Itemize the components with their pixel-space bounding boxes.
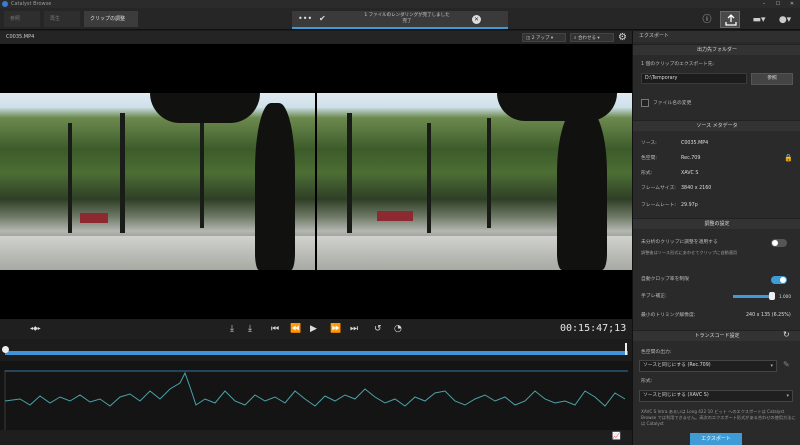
autocrop-toggle[interactable]	[771, 276, 787, 284]
stabilization-graph	[0, 361, 632, 430]
viewer-header: C0035.MP4 ◫ 2 アップ ▾ ⌕ 合わせる ▾ ⚙	[0, 31, 632, 44]
check-icon: ✔	[319, 14, 326, 23]
apply-note: 調整後はソース形式にあわせてクリップに自動適用	[641, 250, 738, 255]
mark-out-icon[interactable]: ⤓	[248, 321, 252, 337]
format-label: 形式:	[641, 379, 653, 384]
video-viewer[interactable]	[0, 44, 632, 319]
stabilize-slider[interactable]	[733, 295, 773, 298]
meta-value: Rec.709	[681, 156, 701, 161]
source-frame	[0, 93, 315, 270]
user-icon[interactable]: ●▾	[774, 12, 796, 28]
go-start-icon[interactable]: ⏮	[271, 321, 279, 337]
rename-checkbox[interactable]	[641, 99, 649, 107]
go-end-icon[interactable]: ⏭	[350, 321, 358, 337]
refresh-icon[interactable]: ↻	[783, 330, 790, 339]
format-note: XAVC S Intra あるいは Long 422 10 ビット へのエクスポ…	[641, 409, 796, 426]
tab-adjust-clip[interactable]: クリップの調整✕	[84, 11, 138, 39]
zoom-label: 合わせる	[577, 36, 596, 41]
transport-controls: ◂◆▸ ⤓ ⤓ ⏮ ⏪ ▶ ⏩ ⏭ ↺ ◔ 00:15:47;13	[0, 319, 632, 339]
app-title: Catalyst Browse	[11, 1, 52, 7]
stabilize-label: 手ブレ補正:	[641, 294, 667, 299]
audio-scrub-icon[interactable]: ◂◆▸	[30, 321, 41, 337]
autocrop-label: 自動クロップ率を制限	[641, 277, 689, 282]
tab-browse[interactable]: 参照	[4, 11, 40, 27]
meta-value: C0035.MP4	[681, 141, 709, 146]
step-back-icon[interactable]: ⏪	[290, 321, 301, 337]
format-value: ソースと同じにする (XAVC S)	[643, 393, 709, 398]
export-prompt: 1 個のクリップのエクスポート先:	[641, 62, 715, 67]
maximize-icon[interactable]: ☐	[772, 0, 784, 8]
timer-icon[interactable]: ◔	[394, 321, 402, 337]
briefcase-icon[interactable]: ▬▾	[748, 12, 770, 28]
colorspace-select[interactable]: ソースと同じにする (Rec.709) ▾	[639, 360, 777, 372]
folder-input[interactable]: D:\Temporary	[641, 73, 747, 84]
meta-key: フレームサイズ:	[641, 186, 676, 191]
export-panel: エクスポート 出力先フォルダー 1 個のクリップのエクスポート先: D:\Tem…	[632, 31, 800, 445]
layout-label: 2 アップ	[531, 36, 550, 41]
meta-key: 色空間:	[641, 156, 658, 161]
timeline-scrubber[interactable]	[0, 339, 632, 361]
timeline-track[interactable]	[5, 351, 628, 355]
min-trim-value: 240 x 135 (6.25%)	[746, 313, 791, 318]
info-icon[interactable]: ⓘ	[700, 12, 714, 28]
meta-value: 3840 x 2160	[681, 186, 712, 191]
step-forward-icon[interactable]: ⏩	[330, 321, 341, 337]
colorspace-label: 色空間の出力:	[641, 350, 672, 355]
minimize-icon[interactable]: –	[758, 0, 770, 8]
tab-label: 再生	[50, 16, 61, 22]
tab-label: クリップの調整	[90, 16, 126, 22]
rename-label: ファイル名の変更	[653, 101, 692, 106]
graph-toggle-icon[interactable]: 📈	[612, 432, 621, 440]
notification-sub: 完了	[402, 19, 412, 24]
panel-title: エクスポート	[639, 33, 669, 39]
close-window-icon[interactable]: ✕	[786, 0, 798, 8]
apply-label: 未分析のクリップに調整を適用する	[641, 240, 718, 245]
loop-icon[interactable]: ↺	[374, 321, 382, 337]
source-metadata-section: ソース メタデータ	[633, 120, 800, 131]
edit-icon[interactable]: ✎	[783, 360, 790, 369]
in-point-handle[interactable]	[2, 346, 9, 353]
meta-key: ソース:	[641, 141, 657, 146]
mark-in-icon[interactable]: ⤓	[230, 321, 234, 337]
adjusted-frame	[317, 93, 632, 270]
clip-filename: C0035.MP4	[6, 34, 35, 40]
apply-toggle[interactable]	[771, 239, 787, 247]
timecode-display: 00:15:47;13	[560, 323, 627, 334]
notification-text: 1 ファイルのレンダリングが完了しました 完了	[352, 13, 462, 25]
gear-icon[interactable]: ⚙	[618, 31, 627, 44]
tab-label: 参照	[10, 16, 21, 22]
meta-key: フレームレート:	[641, 203, 677, 208]
lock-icon[interactable]: 🔒	[784, 154, 793, 162]
colorspace-value: ソースと同じにする (Rec.709)	[643, 363, 711, 368]
export-icon	[725, 14, 737, 26]
min-trim-label: 最小のトリミング解像度:	[641, 313, 696, 318]
stabilize-value: 1.000	[779, 294, 791, 299]
transcode-section: トランスコード設定	[633, 330, 800, 341]
export-toolbar-button[interactable]	[720, 11, 740, 28]
motion-waveform	[4, 370, 628, 430]
zoom-select[interactable]: ⌕ 合わせる ▾	[570, 33, 614, 42]
title-bar: Catalyst Browse – ☐ ✕	[0, 0, 800, 8]
app-logo-icon	[2, 1, 8, 7]
meta-value: XAVC S	[681, 171, 699, 176]
output-folder-section: 出力先フォルダー	[633, 44, 800, 55]
adjustment-section: 調整の設定	[633, 218, 800, 229]
stabilize-slider-handle[interactable]	[769, 292, 775, 300]
more-icon[interactable]: •••	[298, 14, 312, 23]
app-window: Catalyst Browse – ☐ ✕ 参照 再生 クリップの調整✕ •••…	[0, 0, 800, 445]
meta-key: 形式:	[641, 171, 653, 176]
render-notification: ••• ✔ 1 ファイルのレンダリングが完了しました 完了 ✕	[292, 11, 508, 29]
layout-select[interactable]: ◫ 2 アップ ▾	[522, 33, 566, 42]
play-icon[interactable]: ▶	[310, 321, 317, 337]
timeline-footer: 📈	[0, 430, 632, 445]
browse-button[interactable]: 参照	[751, 73, 793, 85]
close-notification-icon[interactable]: ✕	[472, 15, 481, 24]
tab-playback[interactable]: 再生	[44, 11, 80, 27]
panel-header: エクスポート	[633, 31, 800, 42]
out-point-handle[interactable]	[625, 343, 627, 355]
format-select[interactable]: ソースと同じにする (XAVC S) ▾	[639, 390, 793, 402]
export-button[interactable]: エクスポート	[690, 433, 742, 445]
meta-value: 29.97p	[681, 203, 698, 208]
